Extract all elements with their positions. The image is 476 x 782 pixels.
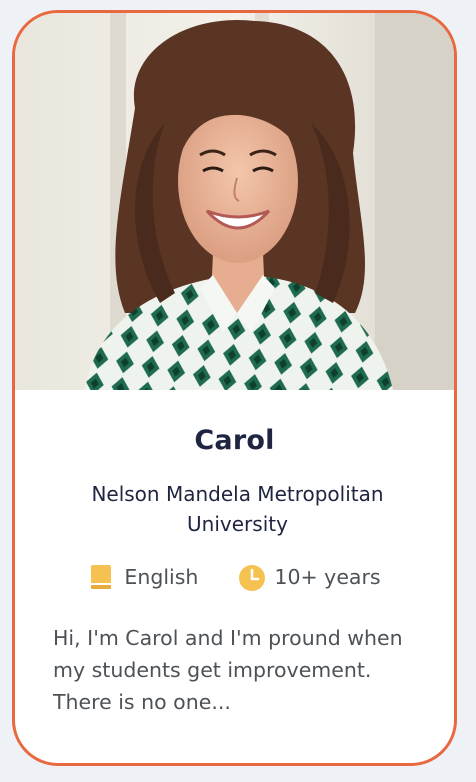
language-label: English [124, 565, 199, 589]
clock-icon [238, 564, 266, 591]
book-icon [88, 564, 114, 590]
experience-label: 10+ years [274, 565, 381, 589]
tutor-university: Nelson Mandela Metropolitan University [91, 482, 384, 536]
tutor-bio: Hi, I'm Carol and I'm pround when my stu… [53, 626, 403, 714]
experience-info: 10+ years [238, 564, 381, 591]
tutor-photo [15, 13, 454, 390]
tutor-card[interactable]: Carol Nelson Mandela Metropolitan Univer… [12, 10, 457, 766]
tutor-name: Carol [194, 425, 275, 456]
language-info: English [88, 564, 198, 590]
tutor-meta: English 10+ years [15, 564, 454, 591]
